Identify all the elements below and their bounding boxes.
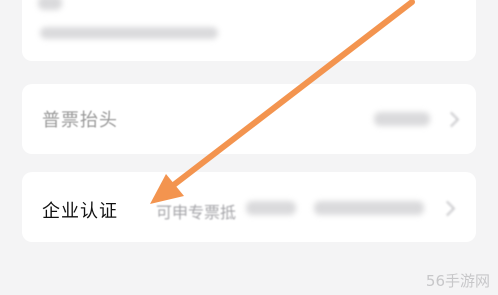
- arrow-annotation-icon: [150, 0, 415, 204]
- watermark: 56手游网: [425, 272, 490, 290]
